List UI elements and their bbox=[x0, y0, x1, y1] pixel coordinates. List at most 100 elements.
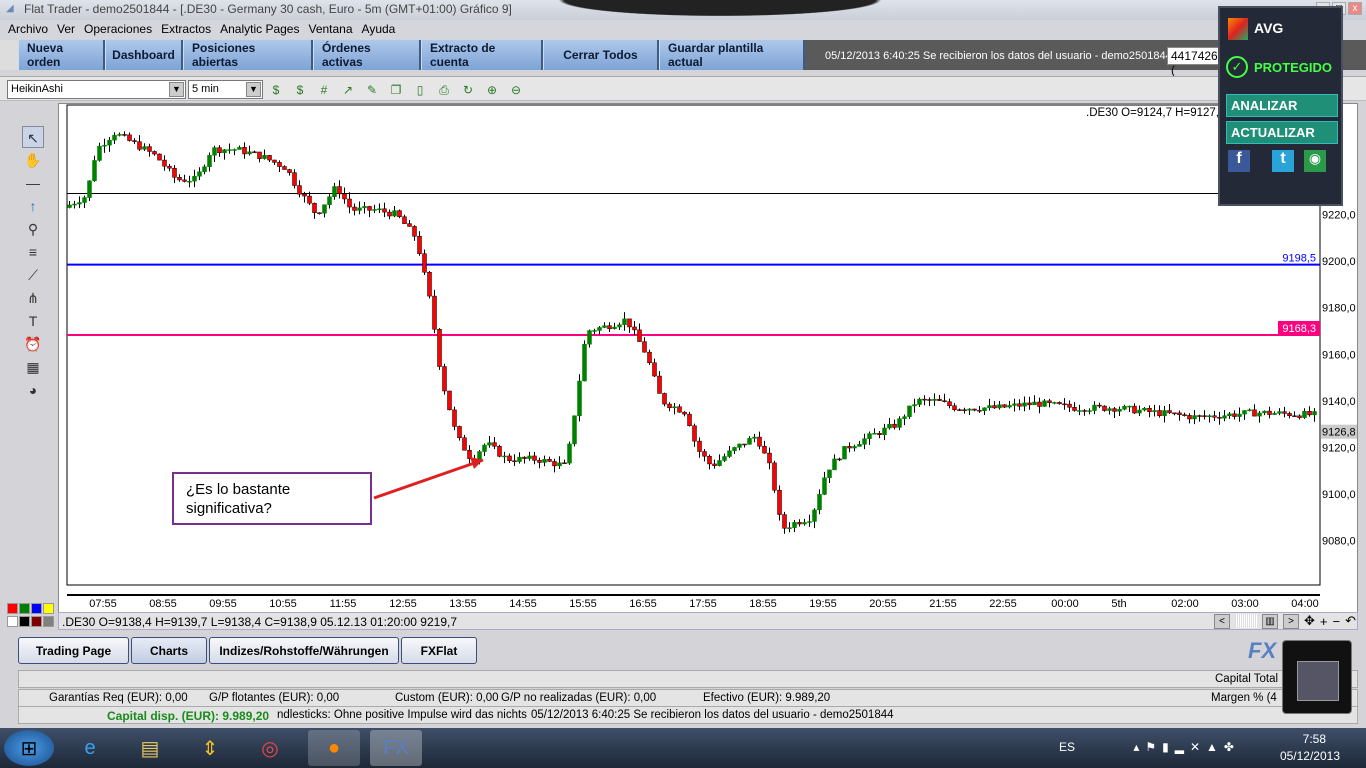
firefox-icon[interactable]: ● bbox=[308, 730, 360, 766]
color-swatch[interactable] bbox=[19, 615, 30, 627]
guardar-plantilla-button[interactable]: Guardar plantilla actual bbox=[659, 40, 805, 70]
menu-extractos[interactable]: Extractos bbox=[161, 22, 211, 39]
ohlc-info-bar: .DE30 O=9138,4 H=9139,7 L=9138,4 C=9138,… bbox=[58, 612, 1358, 630]
color-swatch[interactable] bbox=[43, 615, 54, 627]
arrow-icon[interactable]: ↑ bbox=[22, 195, 44, 217]
chart-type-select[interactable]: HeikinAshi ▼ bbox=[7, 80, 186, 99]
dashboard-button[interactable]: Dashboard bbox=[105, 40, 183, 70]
color-swatch[interactable] bbox=[7, 603, 18, 614]
color-swatch[interactable] bbox=[31, 615, 42, 627]
zoom-out-icon[interactable]: − bbox=[1333, 614, 1341, 629]
page-icon[interactable]: ▯ bbox=[412, 82, 428, 98]
move-icon[interactable]: ✥ bbox=[1304, 613, 1315, 629]
color-swatch[interactable] bbox=[7, 615, 18, 627]
refresh-icon[interactable]: ↻ bbox=[460, 82, 476, 98]
timeframe-select[interactable]: 5 min ▼ bbox=[188, 80, 263, 99]
edit-icon[interactable]: ✎ bbox=[364, 82, 380, 98]
sell-icon[interactable]: $ bbox=[292, 82, 308, 98]
y-tick-label: 9200,0 bbox=[1322, 256, 1356, 268]
candle-down bbox=[412, 226, 417, 237]
scrollbar-track[interactable] bbox=[1235, 614, 1257, 628]
candle-down bbox=[977, 409, 982, 412]
facebook-icon[interactable]: f bbox=[1228, 150, 1250, 172]
scroll-right-button[interactable]: > bbox=[1283, 613, 1299, 629]
extracto-cuenta-button[interactable]: Extracto de cuenta bbox=[421, 40, 543, 70]
menu-archivo[interactable]: Archivo bbox=[8, 22, 48, 39]
close-button[interactable]: x bbox=[1348, 2, 1362, 15]
zoom-in-icon[interactable]: ⊕ bbox=[484, 82, 500, 98]
posiciones-abiertas-button[interactable]: Posiciones abiertas bbox=[183, 40, 313, 70]
internet-explorer-icon[interactable]: e bbox=[64, 730, 116, 766]
taskbar-thumbnail-preview[interactable] bbox=[1282, 640, 1352, 714]
copy-icon[interactable]: ❐ bbox=[388, 82, 404, 98]
tab-trading-page[interactable]: Trading Page bbox=[18, 637, 129, 664]
hand-icon[interactable]: ✋ bbox=[22, 149, 44, 171]
chart-type-value: HeikinAshi bbox=[11, 83, 63, 95]
price-chart[interactable]: 9198,5 9168,3 9220,0 9200,0 9180,0 9160,0 9140… bbox=[58, 103, 1358, 613]
scrollbar-thumb[interactable]: ▥ bbox=[1262, 613, 1278, 629]
print-icon[interactable]: ⎙ bbox=[436, 82, 452, 98]
color-swatch[interactable] bbox=[19, 603, 30, 614]
candle-up bbox=[362, 206, 367, 209]
horizontal-line-icon[interactable]: — bbox=[22, 172, 44, 194]
text-icon[interactable]: T bbox=[22, 310, 44, 332]
menu-ventana[interactable]: Ventana bbox=[308, 22, 352, 39]
ordenes-activas-button[interactable]: Órdenes activas bbox=[313, 40, 421, 70]
buy-icon[interactable]: $ bbox=[268, 82, 284, 98]
pitchfork-icon[interactable]: ⋔ bbox=[22, 287, 44, 309]
tray-icons[interactable]: ▴⚑▮▂✕▲✤ bbox=[1133, 740, 1240, 754]
clock-date[interactable]: 05/12/2013 bbox=[1280, 749, 1340, 763]
zoom-out-icon[interactable]: ⊖ bbox=[508, 82, 524, 98]
reset-icon[interactable]: ↶ bbox=[1345, 613, 1356, 629]
menu-operaciones[interactable]: Operaciones bbox=[84, 22, 152, 39]
candle-up bbox=[582, 343, 587, 382]
clock-time[interactable]: 7:58 bbox=[1303, 732, 1326, 746]
color-icon[interactable]: ◕ bbox=[22, 379, 44, 401]
candle-up bbox=[477, 451, 482, 460]
candle-up bbox=[542, 459, 547, 463]
start-button[interactable]: ⊞ bbox=[4, 730, 54, 766]
cerrar-todos-button[interactable]: Cerrar Todos bbox=[543, 40, 659, 70]
magnifier-icon[interactable]: ⚲ bbox=[22, 218, 44, 240]
calculator-icon[interactable]: ▦ bbox=[22, 356, 44, 378]
zoom-in-icon[interactable]: + bbox=[1320, 614, 1328, 629]
candle-down bbox=[282, 166, 287, 170]
scroll-left-button[interactable]: < bbox=[1214, 613, 1230, 629]
news-ticker[interactable]: ndlesticks: Ohne positive Impulse wird d… bbox=[277, 709, 527, 721]
app-icon[interactable]: ⇕ bbox=[184, 730, 236, 766]
flat-trader-taskbar-icon[interactable]: FX bbox=[370, 730, 422, 766]
grid-icon[interactable]: # bbox=[316, 82, 332, 98]
candle-down bbox=[242, 147, 247, 155]
menu-analytic-pages[interactable]: Analytic Pages bbox=[220, 22, 299, 39]
file-explorer-icon[interactable]: ▤ bbox=[124, 730, 176, 766]
candle-down bbox=[742, 443, 747, 446]
speedometer-icon[interactable]: ◉ bbox=[1304, 150, 1326, 172]
chrome-icon[interactable]: ◎ bbox=[244, 730, 296, 766]
actualizar-button[interactable]: ACTUALIZAR bbox=[1226, 121, 1338, 144]
fan-icon[interactable]: ⟋ bbox=[22, 264, 44, 286]
color-swatch[interactable] bbox=[31, 603, 42, 614]
analizar-button[interactable]: ANALIZAR bbox=[1226, 94, 1338, 117]
candle-down bbox=[297, 185, 302, 195]
candle-down bbox=[687, 413, 692, 427]
candle-up bbox=[872, 433, 877, 435]
twitter-icon[interactable]: t bbox=[1272, 150, 1294, 172]
tab-charts[interactable]: Charts bbox=[131, 637, 207, 664]
alarm-icon[interactable]: ⏰ bbox=[22, 333, 44, 355]
fibonacci-icon[interactable]: ≡ bbox=[22, 241, 44, 263]
candle-down bbox=[702, 451, 707, 457]
candle-up bbox=[77, 202, 82, 205]
indicator-icon[interactable]: ↗ bbox=[340, 82, 356, 98]
nav-grip[interactable] bbox=[0, 40, 18, 70]
cursor-icon[interactable]: ↖ bbox=[22, 126, 44, 148]
language-indicator[interactable]: ES bbox=[1059, 740, 1075, 754]
candle-up bbox=[727, 450, 732, 457]
color-swatch[interactable] bbox=[43, 603, 54, 614]
menu-ayuda[interactable]: Ayuda bbox=[362, 22, 396, 39]
menu-ver[interactable]: Ver bbox=[57, 22, 75, 39]
candle-up bbox=[1242, 410, 1247, 415]
tab-indizes[interactable]: Indizes/Rohstoffe/Währungen bbox=[209, 637, 399, 664]
candle-down bbox=[662, 393, 667, 405]
tab-fxflat[interactable]: FXFlat bbox=[401, 637, 477, 664]
nueva-orden-button[interactable]: Nueva orden bbox=[18, 40, 105, 70]
